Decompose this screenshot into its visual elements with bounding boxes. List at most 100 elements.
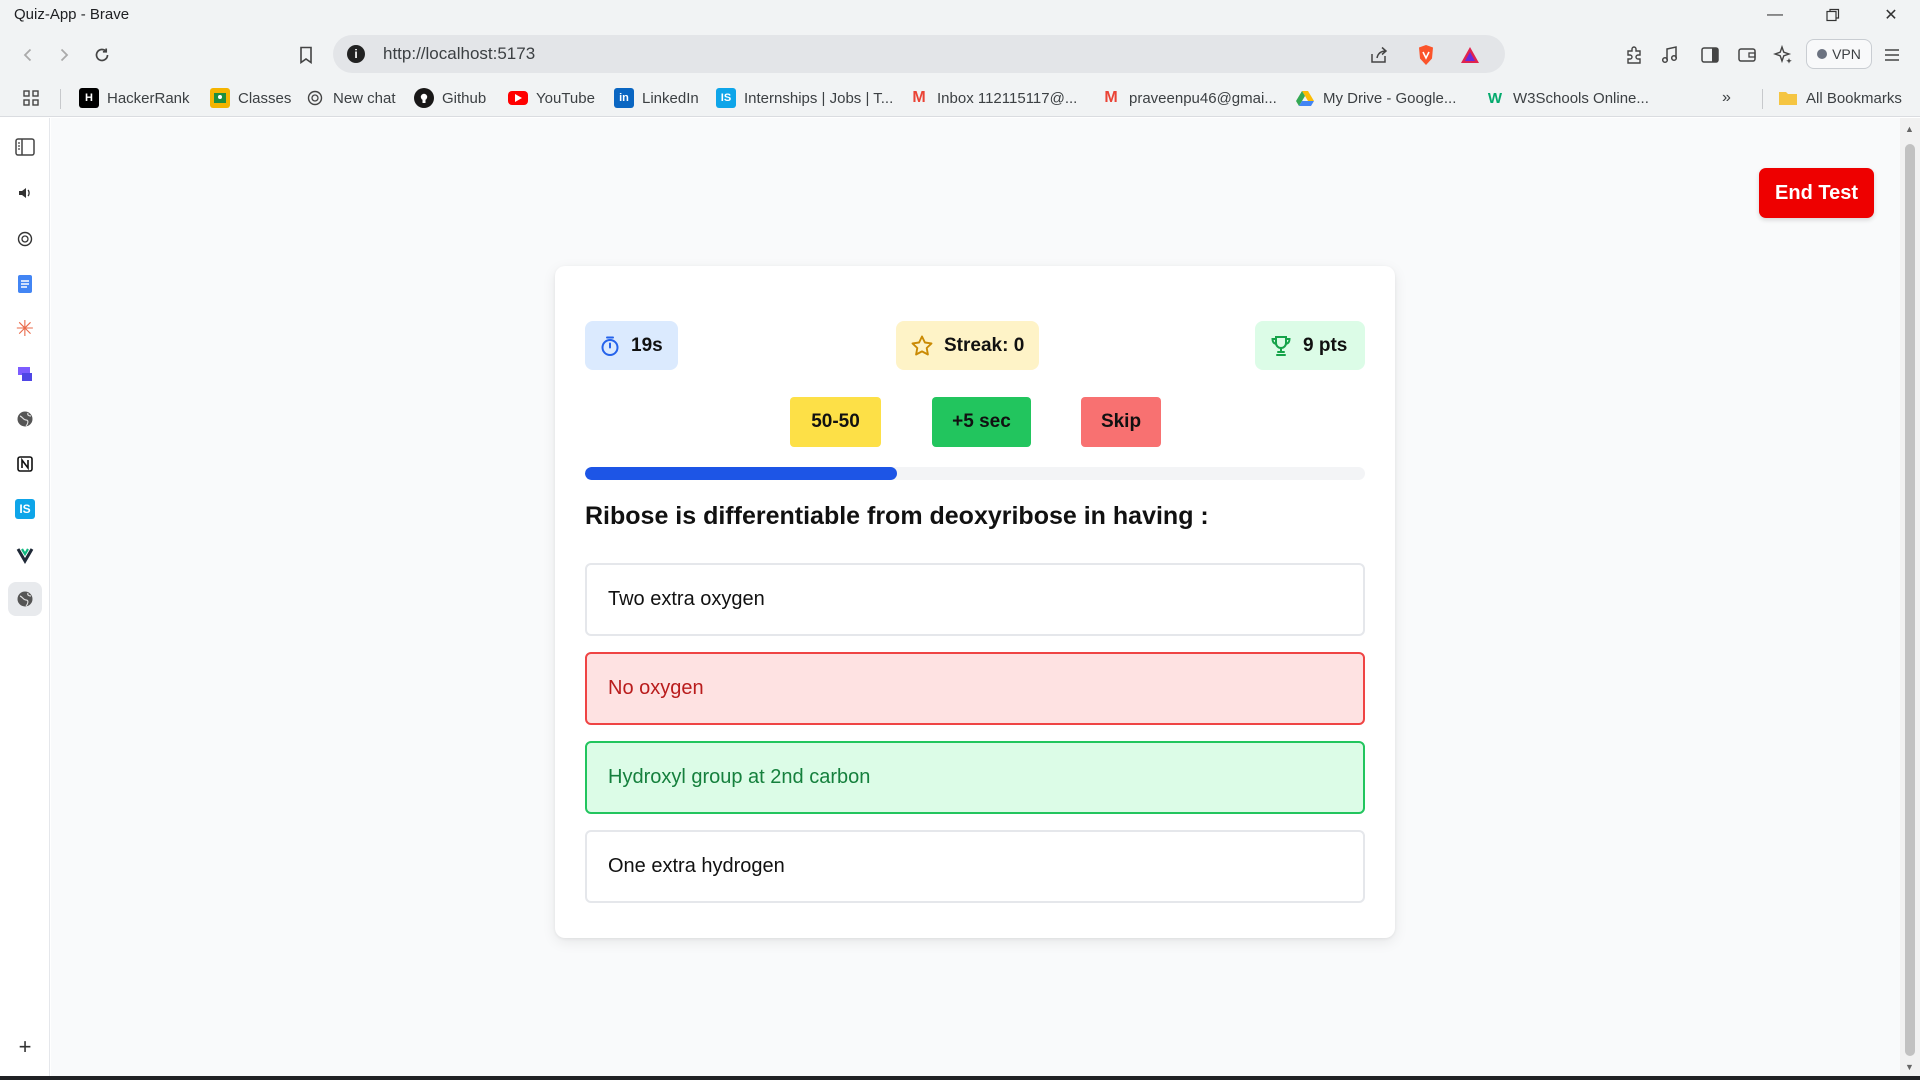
bookmark-internshala[interactable]: IS Internships | Jobs | T... — [716, 86, 893, 110]
speaker-icon[interactable] — [8, 176, 42, 210]
openai-icon[interactable] — [8, 222, 42, 256]
app-shortcut-icon[interactable] — [8, 357, 42, 391]
question-text: Ribose is differentiable from deoxyribos… — [585, 502, 1209, 530]
bookmark-label: Internships | Jobs | T... — [744, 89, 894, 107]
bookmark-label: My Drive - Google... — [1323, 89, 1457, 107]
reload-icon[interactable] — [86, 39, 118, 71]
bookmark-w3schools[interactable]: W W3Schools Online... — [1485, 86, 1649, 110]
google-docs-icon[interactable] — [8, 267, 42, 301]
star-icon — [910, 334, 934, 358]
bookmark-label: Inbox 112115117@... — [937, 89, 1078, 107]
brave-shields-icon[interactable] — [1413, 43, 1439, 67]
bookmark-linkedin[interactable]: in LinkedIn — [614, 86, 699, 110]
answer-option-text: No oxygen — [608, 677, 704, 699]
wallet-icon[interactable] — [1731, 39, 1763, 71]
bookmark-google-drive[interactable]: My Drive - Google... — [1295, 86, 1456, 110]
vpn-label: VPN — [1832, 46, 1861, 62]
title-bar: Quiz-App - Brave — ✕ — [0, 0, 1920, 29]
navigation-bar: i http://localhost:5173 VPN — [0, 29, 1920, 79]
gmail-icon: M — [912, 89, 926, 106]
answer-option[interactable]: One extra hydrogen — [585, 830, 1365, 903]
answer-option-wrong[interactable]: No oxygen — [585, 652, 1365, 725]
openai-icon — [305, 88, 325, 108]
more-bookmarks-icon[interactable]: » — [1722, 86, 1731, 110]
points-badge: 9 pts — [1255, 321, 1365, 370]
all-bookmarks-label: All Bookmarks — [1806, 89, 1902, 107]
page-scrollbar[interactable]: ▲ ▼ — [1900, 118, 1920, 1080]
bookmark-gmail-praveen[interactable]: M praveenpu46@gmai... — [1101, 86, 1277, 110]
close-icon[interactable]: ✕ — [1862, 0, 1920, 29]
scroll-up-icon[interactable]: ▲ — [1905, 124, 1914, 134]
end-test-button[interactable]: End Test — [1759, 168, 1874, 218]
add-time-button[interactable]: +5 sec — [932, 397, 1031, 447]
bookmark-label: HackerRank — [107, 89, 190, 107]
bookmarks-divider — [60, 89, 61, 109]
notion-icon[interactable] — [8, 447, 42, 481]
add-panel-icon[interactable]: + — [8, 1030, 42, 1064]
bookmark-new-chat[interactable]: New chat — [305, 86, 396, 110]
bookmark-label: praveenpu46@gmai... — [1129, 89, 1277, 107]
timer-badge: 19s — [585, 321, 678, 370]
progress-fill — [585, 467, 897, 480]
bookmarks-divider — [1762, 89, 1763, 109]
answer-option[interactable]: Two extra oxygen — [585, 563, 1365, 636]
address-bar[interactable]: i http://localhost:5173 — [333, 35, 1505, 73]
internshala-icon: IS — [716, 88, 736, 108]
menu-icon[interactable] — [1876, 39, 1908, 71]
streak-value: Streak: 0 — [944, 334, 1025, 356]
streak-badge: Streak: 0 — [896, 321, 1039, 370]
skip-button[interactable]: Skip — [1081, 397, 1161, 447]
apps-grid-icon[interactable] — [22, 86, 40, 110]
bookmark-label: LinkedIn — [642, 89, 699, 107]
bookmark-gmail-inbox[interactable]: M Inbox 112115117@... — [909, 86, 1077, 110]
globe-icon[interactable] — [8, 402, 42, 436]
taskbar-edge — [0, 1076, 1920, 1080]
quiz-progress-bar — [585, 467, 1365, 480]
all-bookmarks-button[interactable]: All Bookmarks — [1778, 86, 1902, 110]
sidebar-panel-icon[interactable] — [8, 130, 42, 164]
points-value: 9 pts — [1303, 334, 1348, 356]
hackerrank-icon: H — [79, 88, 99, 108]
shield-check-icon[interactable] — [8, 537, 42, 571]
share-icon[interactable] — [1366, 43, 1392, 67]
side-panel: ✳ IS + — [0, 118, 50, 1080]
bookmark-label: W3Schools Online... — [1513, 89, 1649, 107]
bookmark-youtube[interactable]: YouTube — [508, 86, 595, 110]
media-icon[interactable] — [1654, 39, 1686, 71]
trophy-icon — [1269, 334, 1293, 358]
brave-rewards-icon[interactable] — [1457, 43, 1483, 67]
gmail-icon: M — [1104, 89, 1118, 106]
extensions-icon[interactable] — [1618, 39, 1650, 71]
linkedin-icon: in — [614, 88, 634, 108]
answer-option-correct[interactable]: Hydroxyl group at 2nd carbon — [585, 741, 1365, 814]
bookmark-label: Github — [442, 89, 487, 107]
url-text[interactable]: http://localhost:5173 — [383, 44, 535, 64]
leo-ai-icon[interactable] — [1767, 39, 1799, 71]
stopwatch-icon — [599, 335, 621, 357]
bookmark-label: New chat — [333, 89, 396, 107]
bookmark-github[interactable]: Github — [414, 86, 486, 110]
vpn-button[interactable]: VPN — [1806, 39, 1872, 69]
bookmark-hackerrank[interactable]: H HackerRank — [79, 86, 190, 110]
bookmark-icon[interactable] — [290, 39, 322, 71]
bookmark-label: YouTube — [536, 89, 595, 107]
bookmark-classes[interactable]: Classes — [210, 86, 291, 110]
minimize-icon[interactable]: — — [1746, 0, 1804, 29]
window-title: Quiz-App - Brave — [14, 6, 130, 23]
quiz-card: 19s Streak: 0 9 pts 50-50 +5 sec Skip Ri… — [555, 266, 1395, 938]
scroll-down-icon[interactable]: ▼ — [1905, 1062, 1914, 1072]
sidebar-toggle-icon[interactable] — [1694, 39, 1726, 71]
answer-option-text: Hydroxyl group at 2nd carbon — [608, 766, 871, 788]
restore-icon[interactable] — [1804, 0, 1862, 29]
bookmarks-bar: H HackerRank Classes New chat Github You… — [0, 79, 1920, 117]
answer-option-text: One extra hydrogen — [608, 855, 785, 877]
internshala-icon[interactable]: IS — [8, 492, 42, 526]
folder-icon — [1778, 88, 1798, 108]
claude-icon[interactable]: ✳ — [8, 312, 42, 346]
fifty-fifty-button[interactable]: 50-50 — [790, 397, 881, 447]
site-info-icon[interactable]: i — [347, 45, 365, 63]
scrollbar-thumb[interactable] — [1905, 144, 1915, 1056]
forward-icon[interactable] — [48, 39, 80, 71]
back-icon[interactable] — [12, 39, 44, 71]
globe-icon[interactable] — [8, 582, 42, 616]
